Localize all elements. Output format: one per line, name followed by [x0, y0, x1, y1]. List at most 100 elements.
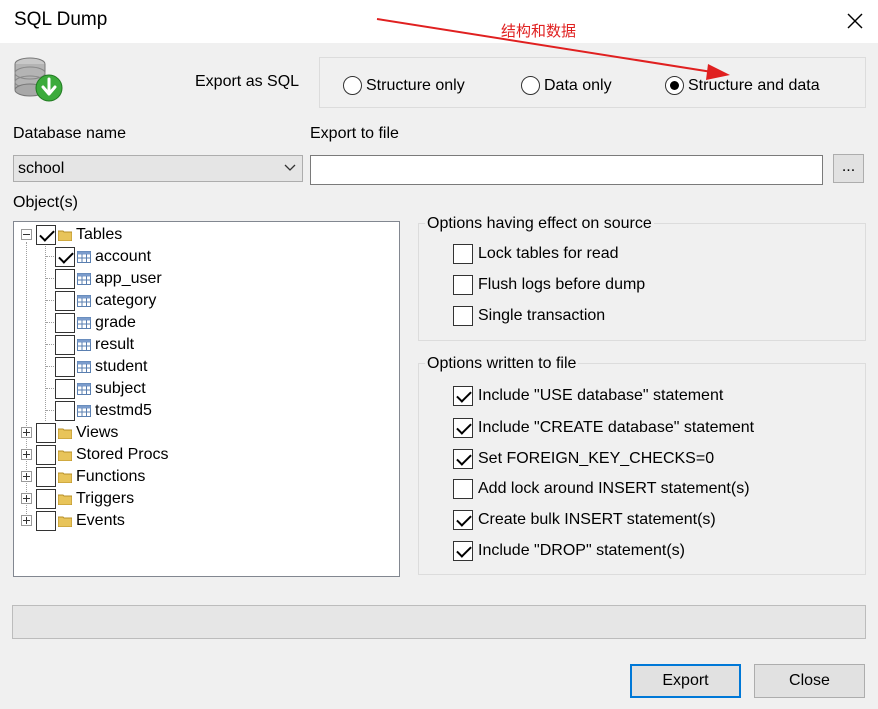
include-create-option[interactable]: Include "CREATE database" statement [453, 418, 754, 438]
tree-item-category[interactable]: category [55, 290, 156, 312]
option-label: Flush logs before dump [478, 276, 646, 293]
tree-item-events[interactable]: Events [36, 510, 125, 532]
tree-item-student[interactable]: student [55, 356, 147, 378]
tree-item-label: student [95, 358, 148, 375]
events-checkbox[interactable] [36, 511, 56, 531]
table-icon [77, 251, 91, 263]
tree-item-label: Triggers [76, 490, 135, 507]
radio-circle[interactable] [521, 76, 540, 95]
tree-item-label: Tables [76, 226, 123, 243]
table-icon [77, 405, 91, 417]
option-checkbox[interactable] [453, 418, 473, 438]
tree-item-label: Stored Procs [76, 446, 169, 463]
option-checkbox[interactable] [453, 306, 473, 326]
tree-item-label: Functions [76, 468, 146, 485]
tree-item-tables[interactable]: Tables [36, 224, 122, 246]
table-checkbox[interactable] [55, 313, 75, 333]
folder-icon [58, 472, 72, 483]
tree-item-label: grade [95, 314, 136, 331]
tree-item-label: account [95, 248, 152, 265]
add-lock-option[interactable]: Add lock around INSERT statement(s) [453, 479, 750, 499]
table-checkbox[interactable] [55, 401, 75, 421]
tables-checkbox[interactable] [36, 225, 56, 245]
expand-functions-icon[interactable] [21, 471, 32, 482]
tree-item-subject[interactable]: subject [55, 378, 146, 400]
table-checkbox[interactable] [55, 357, 75, 377]
option-label: Include "DROP" statement(s) [478, 542, 685, 559]
database-select-value: school [18, 160, 65, 177]
tree-item-account[interactable]: account [55, 246, 151, 268]
collapse-tables-icon[interactable] [21, 229, 32, 240]
option-label: Include "USE database" statement [478, 387, 724, 404]
option-checkbox[interactable] [453, 449, 473, 469]
table-icon [77, 361, 91, 373]
option-checkbox[interactable] [453, 541, 473, 561]
window-title: SQL Dump [14, 9, 108, 30]
structure-only-radio[interactable]: Structure only [343, 76, 465, 95]
close-icon[interactable] [840, 6, 870, 36]
include-use-option[interactable]: Include "USE database" statement [453, 386, 723, 406]
database-export-icon [14, 57, 63, 102]
table-checkbox[interactable] [55, 247, 75, 267]
triggers-checkbox[interactable] [36, 489, 56, 509]
tree-item-label: result [95, 336, 135, 353]
option-checkbox[interactable] [453, 244, 473, 264]
browse-button[interactable]: ... [833, 154, 864, 183]
option-checkbox[interactable] [453, 386, 473, 406]
option-label: Add lock around INSERT statement(s) [478, 480, 750, 497]
radio-circle-selected[interactable] [665, 76, 684, 95]
stored-procs-checkbox[interactable] [36, 445, 56, 465]
export-button[interactable]: Export [630, 664, 741, 698]
option-label: Create bulk INSERT statement(s) [478, 511, 716, 528]
lock-tables-option[interactable]: Lock tables for read [453, 244, 619, 264]
structure-and-data-radio[interactable]: Structure and data [665, 76, 820, 95]
table-checkbox[interactable] [55, 291, 75, 311]
functions-checkbox[interactable] [36, 467, 56, 487]
expand-triggers-icon[interactable] [21, 493, 32, 504]
bulk-insert-option[interactable]: Create bulk INSERT statement(s) [453, 510, 716, 530]
tree-item-functions[interactable]: Functions [36, 466, 145, 488]
annotation-text: 结构和数据 [501, 23, 577, 40]
table-checkbox[interactable] [55, 269, 75, 289]
table-icon [77, 339, 91, 351]
views-checkbox[interactable] [36, 423, 56, 443]
radio-circle[interactable] [343, 76, 362, 95]
flush-logs-option[interactable]: Flush logs before dump [453, 275, 645, 295]
single-transaction-option[interactable]: Single transaction [453, 306, 605, 326]
radio-label: Structure only [366, 76, 465, 94]
option-checkbox[interactable] [453, 510, 473, 530]
option-checkbox[interactable] [453, 275, 473, 295]
tree-item-result[interactable]: result [55, 334, 134, 356]
tree-item-stored-procs[interactable]: Stored Procs [36, 444, 168, 466]
radio-label: Data only [544, 76, 612, 94]
tree-item-label: subject [95, 380, 146, 397]
close-button[interactable]: Close [754, 664, 865, 698]
tree-item-views[interactable]: Views [36, 422, 118, 444]
tree-item-triggers[interactable]: Triggers [36, 488, 134, 510]
include-drop-option[interactable]: Include "DROP" statement(s) [453, 541, 685, 561]
folder-icon [58, 230, 72, 241]
expand-events-icon[interactable] [21, 515, 32, 526]
data-only-radio[interactable]: Data only [521, 76, 612, 95]
object-tree[interactable]: Tables account app_user category grade r… [13, 221, 400, 577]
expand-stored-procs-icon[interactable] [21, 449, 32, 460]
export-mode-group: Structure only Data only Structure and d… [319, 57, 866, 108]
tree-item-testmd5[interactable]: testmd5 [55, 400, 152, 422]
objects-label: Object(s) [13, 194, 78, 211]
tree-item-grade[interactable]: grade [55, 312, 136, 334]
table-icon [77, 295, 91, 307]
foreign-key-checks-option[interactable]: Set FOREIGN_KEY_CHECKS=0 [453, 449, 714, 469]
table-checkbox[interactable] [55, 379, 75, 399]
option-label: Lock tables for read [478, 245, 619, 262]
option-label: Set FOREIGN_KEY_CHECKS=0 [478, 450, 715, 467]
export-file-input[interactable] [310, 155, 823, 185]
option-checkbox[interactable] [453, 479, 473, 499]
expand-views-icon[interactable] [21, 427, 32, 438]
tree-item-label: Views [76, 424, 119, 441]
file-options-title: Options written to file [425, 355, 579, 373]
table-checkbox[interactable] [55, 335, 75, 355]
tree-item-app-user[interactable]: app_user [55, 268, 162, 290]
tree-item-label: app_user [95, 270, 162, 287]
database-select[interactable]: school [13, 155, 303, 182]
tree-item-label: testmd5 [95, 402, 152, 419]
